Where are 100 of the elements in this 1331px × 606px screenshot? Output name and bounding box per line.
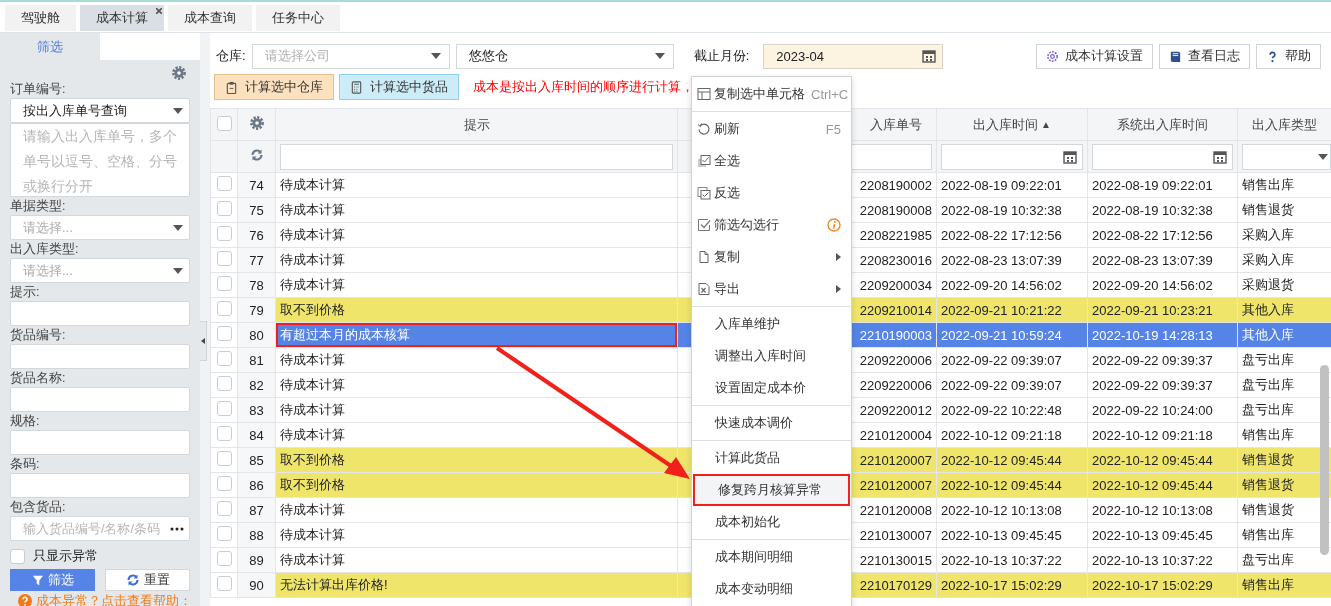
- checkbox-label: 只显示异常: [33, 547, 98, 565]
- table-cell: 待成本计算: [275, 522, 678, 548]
- order-number-field[interactable]: 请输入出入库单号，多个单号以逗号、空格、分号或换行分开: [10, 123, 190, 197]
- table-cell: 2022-10-12 10:13:08: [936, 497, 1088, 523]
- input-field[interactable]: [10, 344, 190, 369]
- table-cell: 2022-08-19 09:22:01: [936, 172, 1088, 198]
- tab[interactable]: 成本查询: [168, 5, 252, 31]
- table-cell: 取不到价格: [275, 472, 678, 498]
- reset-button[interactable]: 重置: [105, 569, 190, 591]
- menu-item[interactable]: 快速成本调价: [692, 407, 851, 439]
- calculate-button[interactable]: 计算选中货品: [339, 74, 459, 100]
- input-field[interactable]: [10, 387, 190, 412]
- column-header[interactable]: 提示: [463, 115, 490, 134]
- table-cell: 2022-10-13 10:37:22: [1087, 547, 1238, 573]
- tab[interactable]: 任务中心: [256, 5, 340, 31]
- caret-icon: [173, 107, 183, 114]
- column-header[interactable]: 入库单号: [870, 115, 922, 134]
- checkbox[interactable]: [216, 176, 232, 191]
- table-cell: 2022-10-12 09:45:44: [1087, 447, 1238, 473]
- field-label: 货品名称:: [10, 370, 66, 387]
- table-cell: 2022-10-12 09:45:44: [1087, 472, 1238, 498]
- table-cell: 2022-10-19 14:28:13: [1087, 322, 1238, 348]
- input-field[interactable]: [10, 473, 190, 498]
- field-label: 货品编号:: [10, 327, 66, 344]
- checkbox[interactable]: [216, 226, 232, 241]
- table-cell: 无法计算出库价格!: [275, 572, 678, 598]
- checkbox[interactable]: [216, 426, 232, 441]
- document-icon: [697, 250, 711, 264]
- question-icon: [18, 594, 32, 606]
- checkbox[interactable]: [216, 115, 232, 131]
- more-icon[interactable]: [169, 526, 185, 531]
- table-cell: 待成本计算: [275, 347, 678, 373]
- date-filter-field[interactable]: [941, 143, 1083, 170]
- date-filter-field[interactable]: [1092, 143, 1233, 170]
- table-cell: 2022-09-22 09:39:37: [1087, 372, 1238, 398]
- table-cell: 2022-09-21 10:21:22: [936, 297, 1088, 323]
- tab[interactable]: 驾驶舱: [5, 5, 76, 31]
- checkbox[interactable]: [216, 251, 232, 266]
- filter-icon: [31, 574, 44, 586]
- menu-item[interactable]: 修复跨月核算异常: [693, 474, 850, 506]
- month-field[interactable]: 2023-04: [763, 43, 944, 69]
- table-cell: 2022-08-23 13:07:39: [1087, 247, 1238, 273]
- menu-item[interactable]: 刷新 F5: [692, 113, 851, 145]
- gear-icon[interactable]: [249, 116, 264, 130]
- scrollbar-thumb[interactable]: [1320, 365, 1329, 555]
- caret-icon: [173, 267, 183, 274]
- checkbox[interactable]: [216, 551, 232, 566]
- checkbox[interactable]: [216, 501, 232, 516]
- filter-field[interactable]: [280, 143, 673, 170]
- sidebar-tab[interactable]: 筛选: [0, 33, 100, 60]
- settings-button[interactable]: 成本计算设置: [1036, 43, 1153, 69]
- filter-dropdown[interactable]: [1242, 143, 1331, 170]
- input-field[interactable]: 输入货品编号/名称/条码: [10, 516, 190, 541]
- info-icon: [827, 218, 841, 232]
- checkbox[interactable]: [216, 576, 232, 591]
- dropdown[interactable]: 按出入库单号查询: [10, 98, 190, 123]
- refresh-icon[interactable]: [249, 148, 264, 162]
- checkbox[interactable]: [216, 351, 232, 366]
- input-field[interactable]: [10, 301, 190, 326]
- checkbox[interactable]: [216, 301, 232, 316]
- checkbox[interactable]: [216, 376, 232, 391]
- calculate-button[interactable]: 计算选中仓库: [214, 74, 334, 100]
- calendar-icon: [1063, 149, 1077, 164]
- table-cell: 2022-08-22 17:12:56: [1087, 222, 1238, 248]
- menu-item[interactable]: 复制选中单元格 Ctrl+C: [692, 78, 851, 110]
- gear-icon[interactable]: [172, 66, 186, 80]
- input-field[interactable]: [10, 430, 190, 455]
- table-cell: 取不到价格: [275, 297, 678, 323]
- close-icon[interactable]: [156, 8, 162, 14]
- table-icon: [697, 87, 711, 101]
- table-cell: 2022-09-21 10:59:24: [936, 322, 1088, 348]
- clipboard-icon: [225, 80, 238, 94]
- checkbox[interactable]: [216, 276, 232, 291]
- table-cell: 2022-10-12 09:45:44: [936, 472, 1088, 498]
- checkbox[interactable]: [216, 526, 232, 541]
- table-cell: 2022-10-13 09:45:45: [936, 522, 1088, 548]
- table-cell: 其他入库: [1237, 322, 1331, 348]
- checkbox[interactable]: [216, 326, 232, 341]
- table-cell: 待成本计算: [275, 247, 678, 273]
- table-cell: 2022-10-12 10:13:08: [1087, 497, 1238, 523]
- table-cell: 2022-08-19 10:32:38: [936, 197, 1088, 223]
- tab[interactable]: 成本计算: [80, 5, 164, 31]
- table-cell: 待成本计算: [275, 172, 678, 198]
- table-cell: 2022-09-22 09:39:07: [936, 347, 1088, 373]
- filter-button[interactable]: 筛选: [10, 569, 95, 591]
- field-label: 截止月份:: [693, 47, 750, 65]
- help-button[interactable]: 帮助: [1256, 43, 1321, 69]
- checkbox[interactable]: [10, 548, 25, 564]
- table-cell: 2022-09-22 09:39:07: [936, 372, 1088, 398]
- table-cell: 2022-10-17 15:02:29: [1087, 572, 1238, 598]
- table-cell: 2022-08-22 17:12:56: [936, 222, 1088, 248]
- checkbox[interactable]: [216, 476, 232, 491]
- warehouse-dropdown[interactable]: 悠悠仓: [455, 43, 674, 69]
- notice-text: 成本是按出入库时间的顺序进行计算，: [473, 78, 694, 96]
- checkbox[interactable]: [216, 451, 232, 466]
- log-button[interactable]: 查看日志: [1159, 43, 1250, 69]
- checkbox[interactable]: [216, 201, 232, 216]
- table-cell: 2022-09-22 10:22:48: [936, 397, 1088, 423]
- collapse-handle[interactable]: [200, 321, 207, 361]
- checkbox[interactable]: [216, 401, 232, 416]
